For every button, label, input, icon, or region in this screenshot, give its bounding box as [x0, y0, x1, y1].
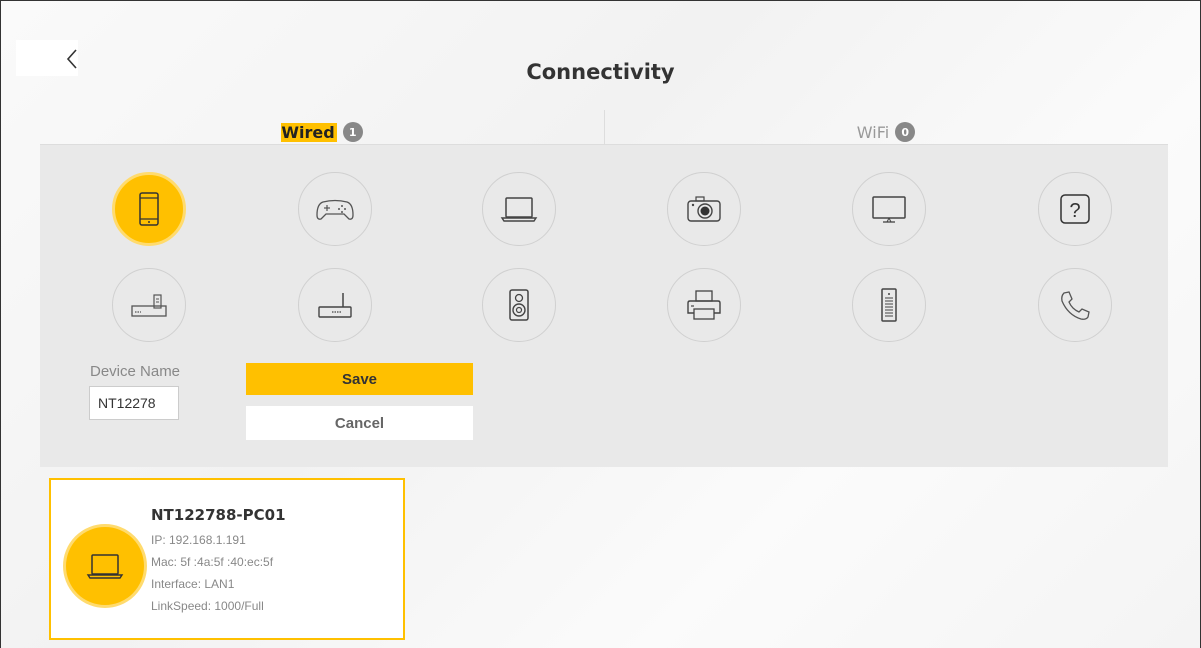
tab-wifi[interactable]: WiFi 0	[604, 118, 1168, 146]
device-type-monitor[interactable]	[852, 172, 926, 246]
router-icon	[318, 293, 352, 318]
device-type-server[interactable]	[852, 268, 926, 342]
wired-count-badge: 1	[342, 122, 363, 142]
device-interface: Interface: LAN1	[151, 577, 235, 591]
device-type-speaker[interactable]	[482, 268, 556, 342]
laptop-icon	[500, 197, 538, 222]
svg-text:?: ?	[1069, 200, 1080, 222]
save-button[interactable]: Save	[246, 363, 473, 395]
printer-icon	[687, 290, 721, 320]
device-name: NT122788-PC01	[151, 506, 286, 524]
device-name-input[interactable]	[89, 386, 179, 420]
device-link-speed: LinkSpeed: 1000/Full	[151, 599, 264, 613]
device-mac: Mac: 5f :4a:5f :40:ec:5f	[151, 555, 274, 569]
cancel-button[interactable]: Cancel	[246, 406, 473, 440]
device-type-camera[interactable]	[667, 172, 741, 246]
phone-icon	[1061, 291, 1090, 320]
tab-wifi-label: WiFi	[856, 122, 890, 142]
device-type-phone[interactable]	[1038, 268, 1112, 342]
wifi-count-badge: 0	[895, 122, 916, 142]
monitor-icon	[872, 196, 906, 223]
device-editor-panel	[40, 145, 1168, 467]
device-card[interactable]: NT122788-PC01 IP: 192.168.1.191 Mac: 5f …	[49, 478, 405, 640]
device-type-gamepad[interactable]	[298, 172, 372, 246]
page-title: Connectivity	[526, 60, 675, 84]
device-avatar	[63, 524, 147, 608]
tab-wired[interactable]: Wired 1	[40, 118, 604, 146]
tab-wired-label-highlight: W	[281, 122, 299, 142]
device-type-router[interactable]	[298, 268, 372, 342]
device-name-label: Device Name	[90, 363, 181, 380]
tab-wired-label-rest: ired	[298, 122, 335, 142]
unknown-device-icon: ?	[1060, 194, 1090, 224]
device-type-unknown[interactable]: ?	[1038, 172, 1112, 246]
set-top-box-icon	[131, 294, 167, 317]
laptop-icon	[86, 554, 124, 579]
smartphone-icon	[139, 192, 159, 226]
device-type-smartphone[interactable]	[112, 172, 186, 246]
gamepad-icon	[316, 199, 354, 220]
device-type-printer[interactable]	[667, 268, 741, 342]
device-ip: IP: 192.168.1.191	[151, 533, 246, 547]
device-type-set-top-box[interactable]	[112, 268, 186, 342]
server-icon	[881, 288, 897, 322]
camera-icon	[687, 196, 721, 222]
speaker-icon	[509, 289, 529, 321]
device-type-laptop[interactable]	[482, 172, 556, 246]
tab-wired-label: Wired	[281, 122, 337, 142]
